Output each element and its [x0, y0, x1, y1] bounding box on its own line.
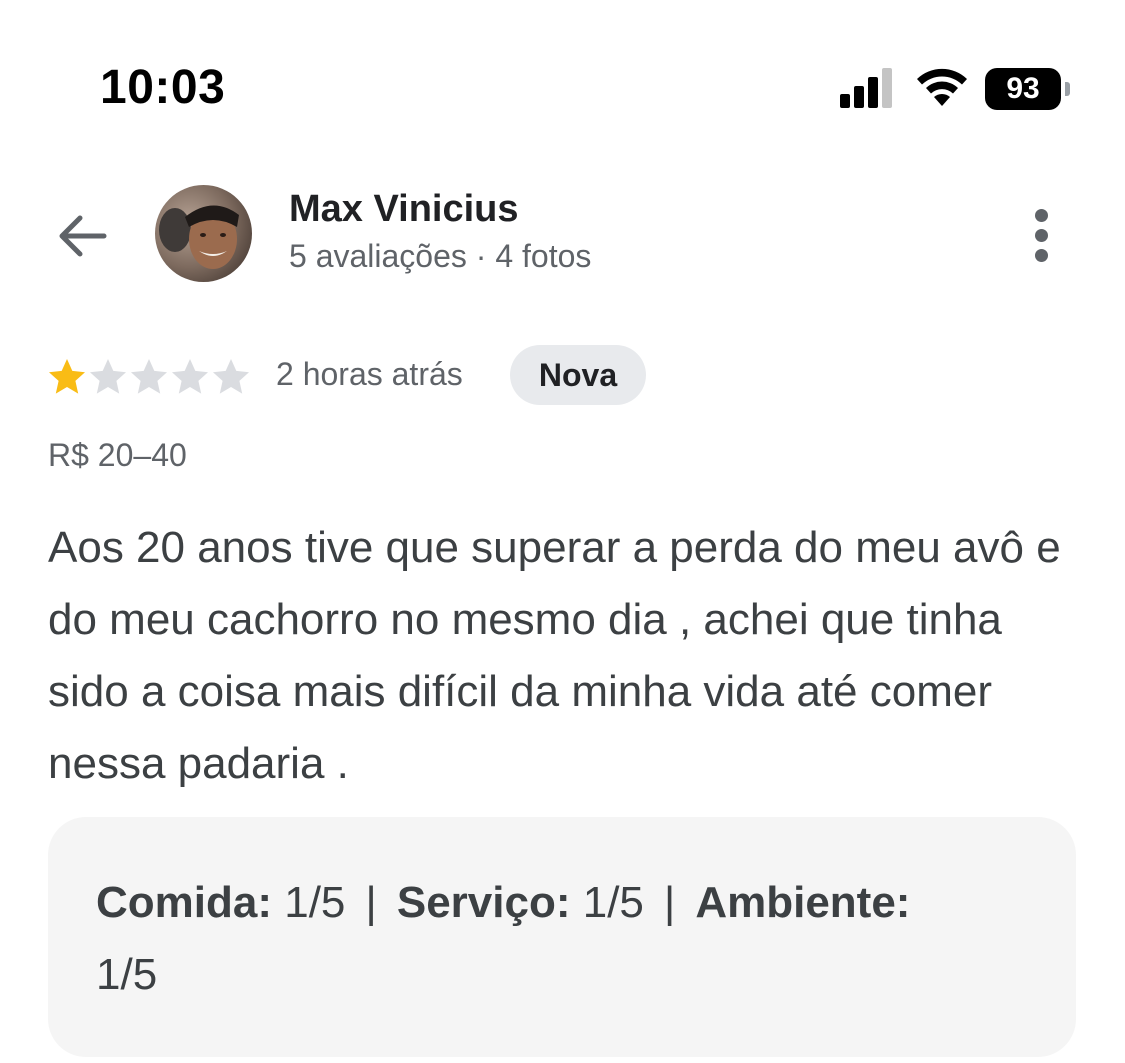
- reviewer-name[interactable]: Max Vinicius: [289, 188, 519, 231]
- star-empty-icon: [213, 359, 249, 394]
- star-rating: [47, 357, 257, 397]
- new-badge: Nova: [510, 345, 646, 405]
- attribute-label-ambience: Ambiente:: [695, 878, 911, 927]
- battery-level: 93: [1006, 72, 1040, 105]
- price-range: R$ 20–40: [48, 437, 187, 473]
- star-empty-icon: [131, 359, 167, 394]
- battery-cap: [1065, 82, 1070, 96]
- arrow-back-icon: [59, 215, 107, 257]
- battery-indicator: 93: [985, 68, 1071, 110]
- star-empty-icon: [172, 359, 208, 394]
- more-options-button[interactable]: [1022, 205, 1062, 265]
- status-time: 10:03: [100, 61, 226, 114]
- back-button[interactable]: [52, 208, 112, 264]
- attribute-separator: |: [365, 878, 377, 927]
- attribute-label: Serviço:: [396, 878, 571, 927]
- signal-bar-4: [882, 68, 892, 108]
- attribute-value: 1/5: [284, 878, 346, 927]
- review-text: Aos 20 anos tive que superar a perda do …: [48, 523, 1061, 788]
- star-empty-icon: [90, 359, 126, 394]
- review-time: 2 horas atrás: [276, 356, 463, 392]
- attribute-service: Serviço: 1/5: [397, 878, 644, 927]
- attribute-food: Comida: 1/5: [96, 878, 345, 927]
- wifi-icon: [917, 68, 967, 106]
- signal-bar-3: [868, 77, 878, 108]
- avatar[interactable]: [155, 185, 252, 282]
- attribute-value: 1/5: [582, 878, 644, 927]
- status-bar: 10:03 93: [0, 0, 1125, 150]
- review-attributes: Comida: 1/5 | Serviço: 1/5 | Ambiente: 1/5: [48, 817, 1076, 1057]
- cellular-signal-icon: [840, 68, 892, 108]
- attribute-value-ambience: 1/5: [96, 950, 158, 999]
- signal-bar-1: [840, 94, 850, 108]
- star-filled-icon: [49, 359, 85, 394]
- reviewer-meta: 5 avaliações · 4 fotos: [289, 238, 592, 274]
- signal-bar-2: [854, 86, 864, 108]
- attribute-separator: |: [663, 878, 676, 927]
- attribute-label: Comida:: [96, 878, 272, 927]
- profile-photo: [155, 185, 252, 282]
